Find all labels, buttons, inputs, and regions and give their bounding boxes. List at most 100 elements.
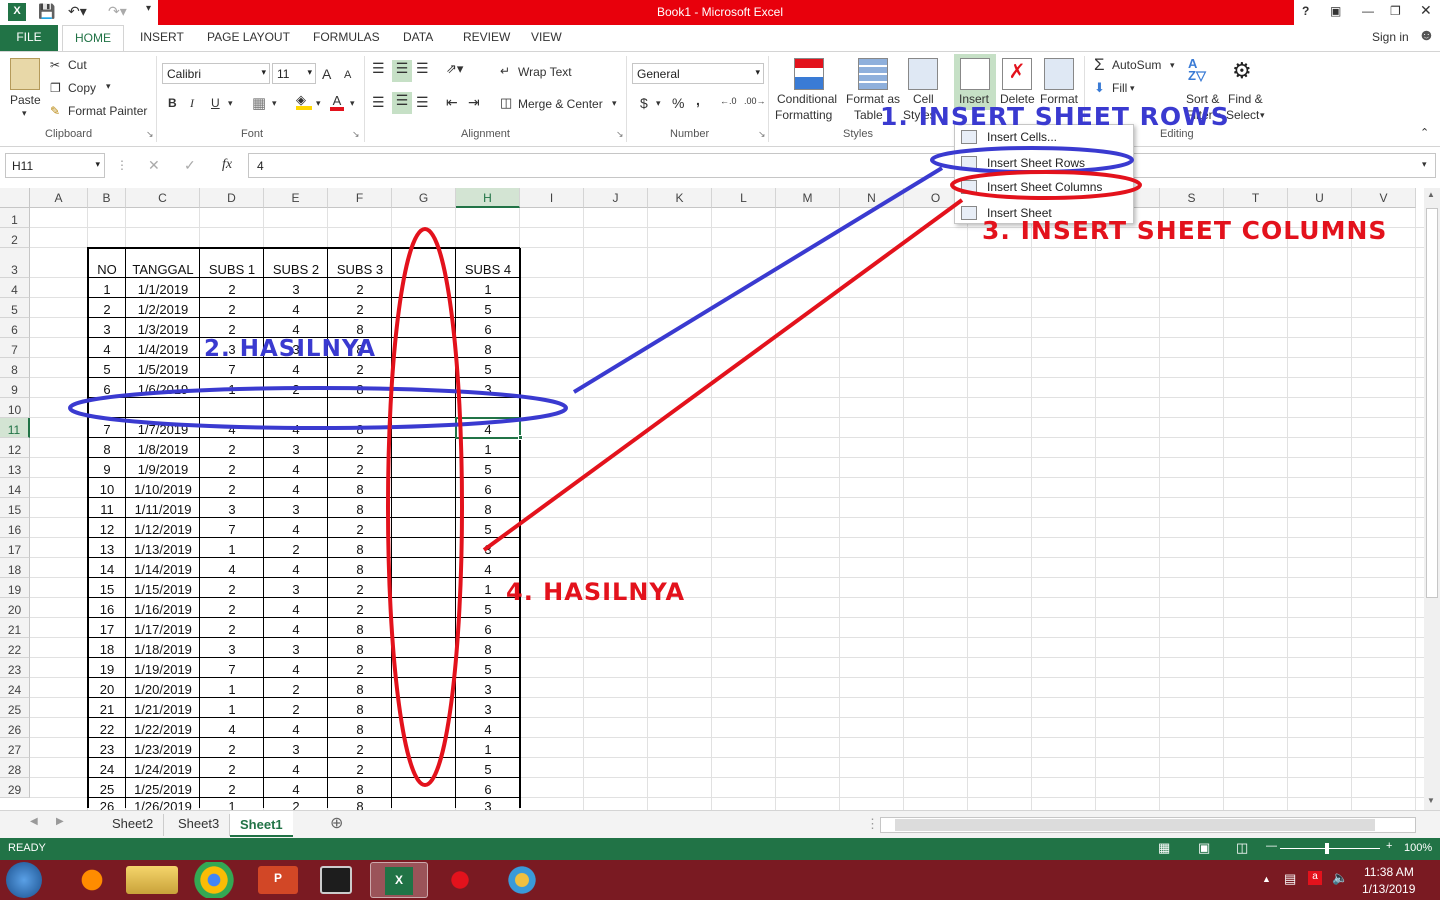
- table-cell[interactable]: 17: [88, 622, 126, 637]
- table-cell[interactable]: 1: [456, 742, 520, 757]
- table-cell[interactable]: 1: [200, 799, 264, 810]
- autosum-icon[interactable]: Σ: [1094, 55, 1105, 75]
- table-cell[interactable]: 2: [328, 662, 392, 677]
- table-cell[interactable]: 18: [88, 642, 126, 657]
- table-cell[interactable]: 23: [88, 742, 126, 757]
- table-label[interactable]: Table: [854, 108, 883, 122]
- autosum-button[interactable]: AutoSum: [1112, 58, 1161, 72]
- column-header-i[interactable]: I: [520, 188, 584, 208]
- scroll-up-icon[interactable]: ▲: [1427, 190, 1435, 199]
- taskbar-excel-icon[interactable]: X: [370, 862, 428, 898]
- fill-handle[interactable]: [518, 435, 523, 440]
- redo-icon[interactable]: ↷▾: [108, 3, 127, 20]
- row-header-28[interactable]: 28: [0, 758, 30, 778]
- table-cell[interactable]: 1: [200, 382, 264, 397]
- column-header-v[interactable]: V: [1352, 188, 1416, 208]
- table-header-cell[interactable]: SUBS 4: [456, 262, 520, 277]
- tab-insert[interactable]: INSERT: [140, 30, 184, 44]
- table-cell[interactable]: 8: [328, 622, 392, 637]
- shrink-font-button[interactable]: A: [344, 69, 351, 81]
- horizontal-scrollbar[interactable]: [880, 817, 1416, 833]
- conditional-label[interactable]: Conditional: [777, 92, 837, 106]
- row-header-5[interactable]: 5: [0, 298, 30, 318]
- clipboard-launcher-icon[interactable]: ↘: [146, 129, 154, 140]
- row-header-12[interactable]: 12: [0, 438, 30, 458]
- table-cell[interactable]: 1/6/2019: [126, 382, 200, 397]
- row-header-20[interactable]: 20: [0, 598, 30, 618]
- tab-page-layout[interactable]: PAGE LAYOUT: [207, 30, 290, 44]
- table-cell[interactable]: 10: [88, 482, 126, 497]
- column-header-h[interactable]: H: [456, 188, 520, 208]
- table-cell[interactable]: 8: [456, 642, 520, 657]
- table-cell[interactable]: 4: [264, 622, 328, 637]
- table-cell[interactable]: 1/4/2019: [126, 342, 200, 357]
- zoom-level[interactable]: 100%: [1404, 842, 1432, 854]
- fill-button[interactable]: Fill: [1112, 81, 1127, 95]
- table-cell[interactable]: 8: [328, 482, 392, 497]
- volume-icon[interactable]: 🔈: [1332, 870, 1348, 886]
- row-header-2[interactable]: 2: [0, 228, 30, 248]
- table-cell[interactable]: 1/5/2019: [126, 362, 200, 377]
- restore-icon[interactable]: ❐: [1390, 4, 1401, 18]
- borders-icon[interactable]: ▦: [252, 94, 266, 112]
- table-cell[interactable]: 2: [200, 602, 264, 617]
- column-header-b[interactable]: B: [88, 188, 126, 208]
- table-cell[interactable]: 1/11/2019: [126, 502, 200, 517]
- conditional-formatting-icon[interactable]: [794, 58, 824, 90]
- undo-icon[interactable]: ↶▾: [68, 3, 87, 20]
- table-cell[interactable]: 1: [200, 702, 264, 717]
- row-header-23[interactable]: 23: [0, 658, 30, 678]
- ribbon-display-icon[interactable]: ▣: [1330, 4, 1341, 18]
- table-cell[interactable]: 8: [328, 642, 392, 657]
- table-header-cell[interactable]: NO: [88, 262, 126, 277]
- table-cell[interactable]: 2: [200, 442, 264, 457]
- table-cell[interactable]: 2: [328, 522, 392, 537]
- font-color-dropdown-icon[interactable]: ▾: [350, 98, 355, 109]
- table-cell[interactable]: 3: [200, 502, 264, 517]
- align-bottom-icon[interactable]: ☰: [416, 60, 429, 77]
- table-cell[interactable]: 26: [88, 799, 126, 810]
- column-header-g[interactable]: G: [392, 188, 456, 208]
- currency-button[interactable]: $: [640, 95, 648, 111]
- table-cell[interactable]: 8: [328, 782, 392, 797]
- save-icon[interactable]: 💾: [38, 3, 55, 20]
- increase-indent-icon[interactable]: ⇥: [468, 94, 480, 111]
- table-cell[interactable]: 3: [456, 682, 520, 697]
- row-header-7[interactable]: 7: [0, 338, 30, 358]
- bold-button[interactable]: B: [168, 96, 177, 110]
- column-header-u[interactable]: U: [1288, 188, 1352, 208]
- table-cell[interactable]: 5: [456, 302, 520, 317]
- help-button[interactable]: ?: [1302, 4, 1309, 18]
- table-cell[interactable]: 9: [88, 462, 126, 477]
- table-cell[interactable]: 4: [264, 322, 328, 337]
- table-cell[interactable]: 6: [456, 322, 520, 337]
- column-header-l[interactable]: L: [712, 188, 776, 208]
- taskbar-powerpoint-icon[interactable]: P: [258, 866, 298, 894]
- fill-dropdown-icon[interactable]: ▾: [1130, 83, 1135, 94]
- currency-dropdown-icon[interactable]: ▾: [656, 98, 661, 109]
- table-cell[interactable]: 3: [264, 642, 328, 657]
- taskbar-paint-icon[interactable]: [494, 862, 550, 898]
- network-icon[interactable]: ▤: [1284, 871, 1296, 887]
- table-cell[interactable]: 4: [456, 722, 520, 737]
- table-cell[interactable]: 4: [456, 562, 520, 577]
- table-cell[interactable]: 8: [328, 682, 392, 697]
- tab-view[interactable]: VIEW: [531, 30, 562, 44]
- row-header-6[interactable]: 6: [0, 318, 30, 338]
- sort-filter-icon[interactable]: A Z▽: [1188, 57, 1218, 90]
- copy-button[interactable]: Copy: [68, 81, 96, 95]
- table-cell[interactable]: 3: [456, 382, 520, 397]
- table-cell[interactable]: 2: [200, 782, 264, 797]
- new-sheet-icon[interactable]: ⊕: [320, 811, 353, 833]
- column-header-t[interactable]: T: [1224, 188, 1288, 208]
- table-cell[interactable]: 1: [88, 282, 126, 297]
- table-cell[interactable]: 1/20/2019: [126, 682, 200, 697]
- table-cell[interactable]: 3: [88, 322, 126, 337]
- table-cell[interactable]: 5: [456, 762, 520, 777]
- table-cell[interactable]: 6: [456, 482, 520, 497]
- table-cell[interactable]: 2: [328, 582, 392, 597]
- table-cell[interactable]: 1/10/2019: [126, 482, 200, 497]
- row-header-10[interactable]: 10: [0, 398, 30, 418]
- table-cell[interactable]: 4: [264, 722, 328, 737]
- row-header-25[interactable]: 25: [0, 698, 30, 718]
